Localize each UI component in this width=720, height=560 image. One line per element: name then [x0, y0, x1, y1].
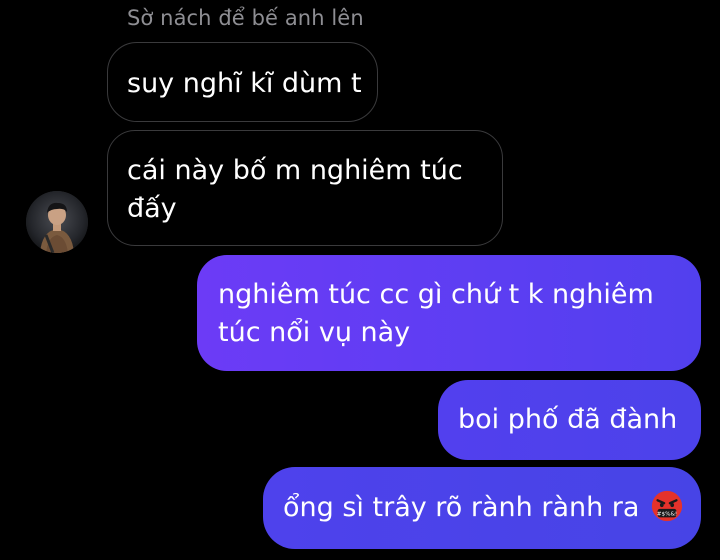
incoming-message-bubble[interactable]: suy nghĩ kĩ dùm t [107, 42, 378, 122]
contact-avatar[interactable] [26, 191, 88, 253]
message-text: nghiêm túc cc gì chứ t k nghiêm túc nổi … [218, 279, 654, 348]
message-text: ổng sì trây rõ rành rành ra [283, 492, 640, 523]
message-text: boi phố đã đành [458, 404, 678, 435]
outgoing-message-bubble[interactable]: ổng sì trây rõ rành rành ra #$%&! [263, 467, 701, 549]
outgoing-message-bubble[interactable]: nghiêm túc cc gì chứ t k nghiêm túc nổi … [197, 255, 701, 371]
message-text: cái này bố m nghiêm túc đấy [127, 155, 463, 224]
message-text: suy nghĩ kĩ dùm t [127, 68, 362, 99]
reply-preview-text: Sờ nách để bế anh lên [127, 6, 364, 30]
incoming-message-bubble[interactable]: cái này bố m nghiêm túc đấy [107, 130, 503, 246]
user-avatar-photo [26, 191, 88, 253]
angry-face-with-symbols-icon: #$%&! [651, 490, 683, 522]
outgoing-message-bubble[interactable]: boi phố đã đành [438, 380, 701, 460]
svg-text:#$%&!: #$%&! [657, 511, 677, 517]
